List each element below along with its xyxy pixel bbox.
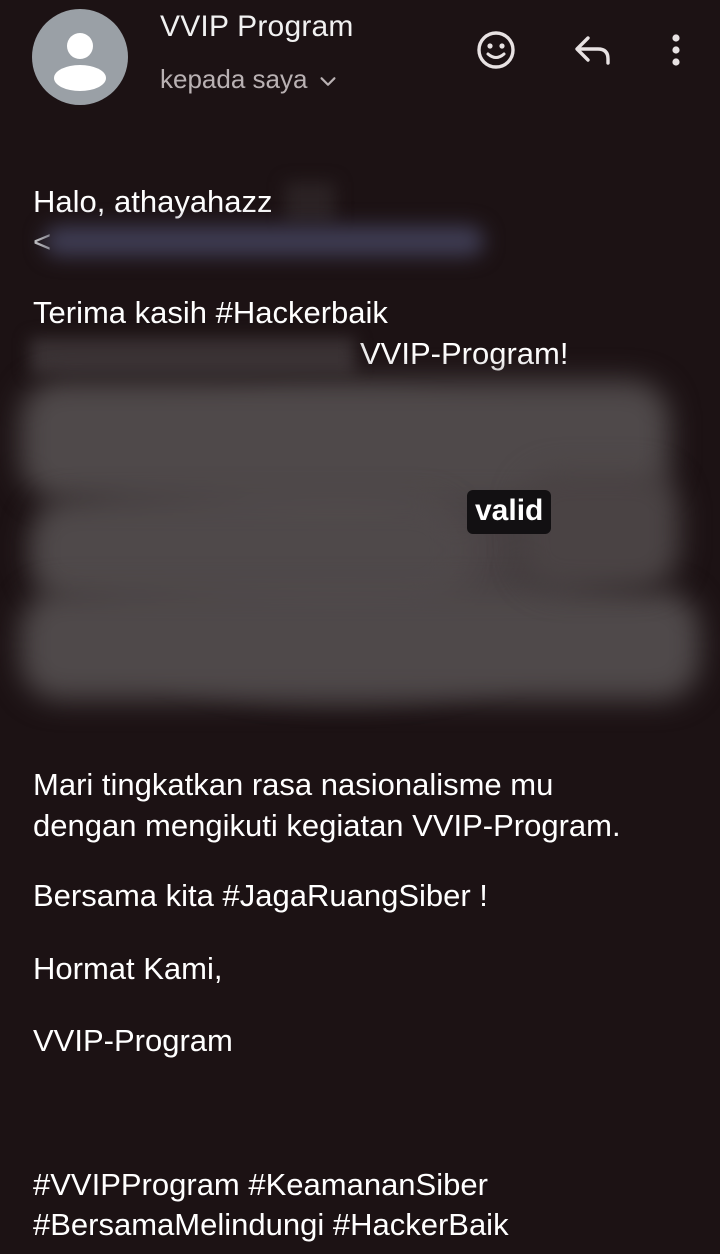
sender-name: VVIP Program bbox=[160, 10, 354, 43]
thanks-line: Terima kasih #Hackerbaik bbox=[33, 295, 388, 330]
reply-button[interactable] bbox=[568, 26, 616, 74]
emoji-icon bbox=[477, 31, 515, 69]
paragraph-line-1: Mari tingkatkan rasa nasionalisme mu bbox=[33, 767, 554, 802]
greeting-line: Halo, athayahazz bbox=[33, 184, 273, 219]
chevron-down-icon bbox=[320, 76, 336, 86]
recipient-toggle[interactable]: kepada saya bbox=[160, 64, 339, 95]
add-reaction-button[interactable] bbox=[472, 26, 520, 74]
redaction-blob bbox=[20, 590, 700, 700]
person-icon bbox=[54, 33, 106, 91]
reply-icon bbox=[575, 36, 610, 65]
hashtags-line-2: #BersamaMelindungi #HackerBaik bbox=[33, 1207, 509, 1242]
recipient-label: kepada saya bbox=[160, 64, 308, 94]
sender-avatar[interactable] bbox=[32, 9, 128, 105]
address-redaction bbox=[44, 226, 484, 256]
email-header: VVIP Program kepada saya bbox=[0, 0, 720, 120]
hashtags-line-1: #VVIPProgram #KeamananSiber bbox=[33, 1167, 488, 1202]
together-line: Bersama kita #JagaRuangSiber ! bbox=[33, 878, 488, 913]
paragraph-line-2: dengan mengikuti kegiatan VVIP-Program. bbox=[33, 808, 621, 843]
greeting-redaction bbox=[285, 182, 335, 224]
redaction-blob bbox=[30, 500, 460, 600]
more-options-button[interactable] bbox=[652, 26, 700, 74]
more-vert-icon bbox=[672, 34, 680, 66]
signature-line: VVIP-Program bbox=[33, 1023, 233, 1058]
valid-word: valid bbox=[467, 490, 552, 534]
regards-line: Hormat Kami, bbox=[33, 951, 223, 986]
